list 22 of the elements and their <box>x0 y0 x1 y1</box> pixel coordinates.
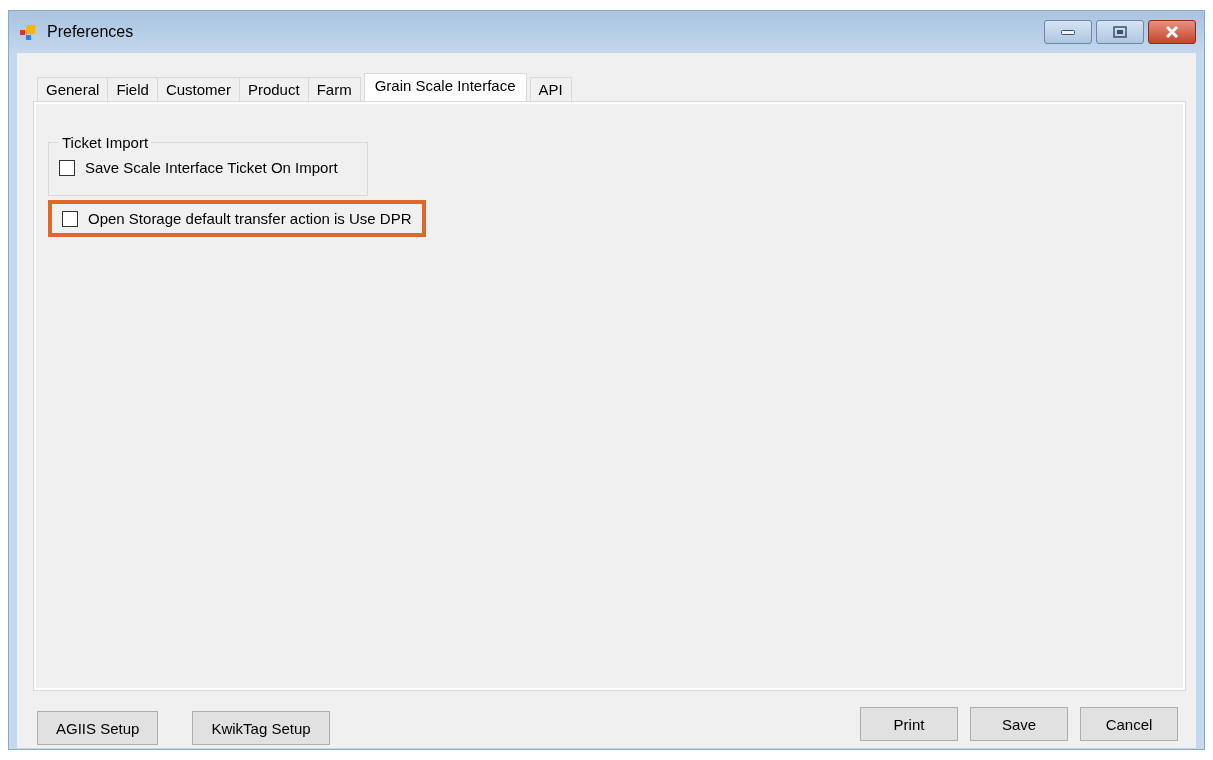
dialog-button[interactable]: Print <box>860 707 958 741</box>
checkbox-label: Open Storage default transfer action is Use DPR <box>88 210 412 227</box>
checkbox-label: Save Scale Interface Ticket On Import <box>85 159 338 176</box>
group-title: Ticket Import <box>61 134 150 151</box>
tab[interactable]: API <box>529 77 572 101</box>
close-icon <box>1164 26 1180 38</box>
tab[interactable]: Farm <box>307 77 361 101</box>
tab[interactable]: General <box>37 77 109 101</box>
setup-button[interactable]: KwikTag Setup <box>192 711 330 745</box>
dialog-button[interactable]: Cancel <box>1080 707 1178 741</box>
tab[interactable]: Grain Scale Interface <box>363 73 527 101</box>
checkbox[interactable] <box>62 210 78 227</box>
window-title: Preferences <box>47 23 135 41</box>
checkbox[interactable] <box>59 159 75 176</box>
maximize-icon <box>1113 26 1127 38</box>
maximize-button[interactable] <box>1096 20 1144 44</box>
close-button[interactable] <box>1148 20 1196 44</box>
minimize-icon <box>1061 29 1075 35</box>
setup-button[interactable]: AGIIS Setup <box>37 711 159 745</box>
minimize-button[interactable] <box>1044 20 1092 44</box>
dialog-button[interactable]: Save <box>970 707 1068 741</box>
app-icon <box>19 23 37 41</box>
